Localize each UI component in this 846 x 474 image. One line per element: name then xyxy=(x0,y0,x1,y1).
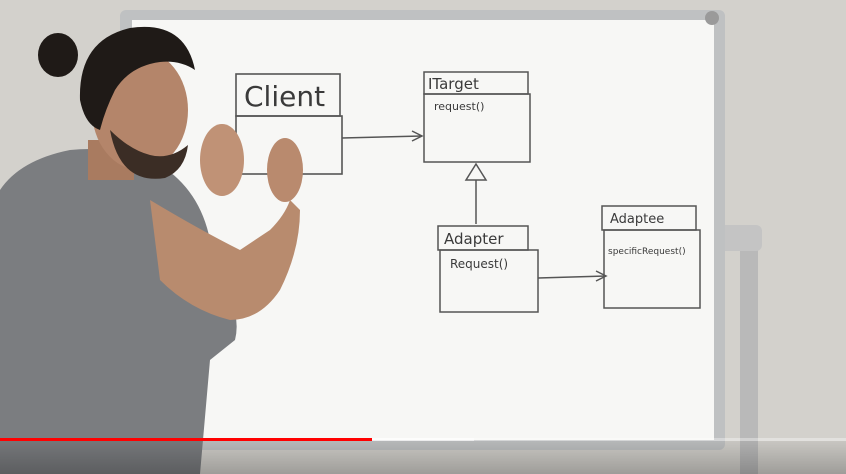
client-label: Client xyxy=(244,80,325,113)
scene: Client ITarget request() Adapter Request… xyxy=(0,0,846,474)
frame-corner xyxy=(705,11,719,25)
progress-played xyxy=(0,438,373,441)
adapter-method: Request() xyxy=(450,257,508,271)
adaptee-label: Adaptee xyxy=(610,212,664,227)
progress-bar[interactable] xyxy=(0,438,846,441)
itarget-method: request() xyxy=(434,100,484,113)
adapter-label: Adapter xyxy=(444,230,504,248)
adaptee-method: specificRequest() xyxy=(608,247,686,257)
video-frame[interactable]: Client ITarget request() Adapter Request… xyxy=(0,0,846,474)
itarget-label: ITarget xyxy=(428,75,479,93)
player-controls-shade xyxy=(0,441,846,474)
